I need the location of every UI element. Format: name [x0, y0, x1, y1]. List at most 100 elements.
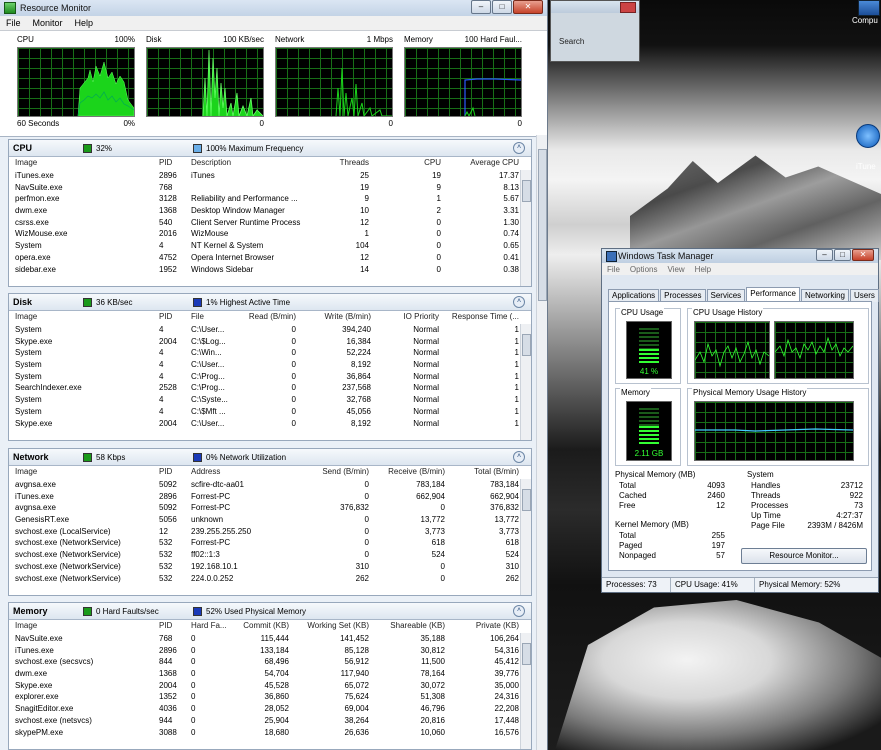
scrollbar[interactable] — [520, 324, 531, 440]
column-header[interactable]: Shareable (KB) — [390, 621, 445, 630]
column-header[interactable]: Working Set (KB) — [307, 621, 369, 630]
section-header[interactable]: Network 58 Kbps 0% Network Utilization ˄ — [9, 449, 531, 466]
column-header[interactable]: Read (B/min) — [249, 312, 296, 321]
table-row[interactable]: NavSuite.exe 768 19 9 8.13 — [9, 183, 521, 195]
resource-monitor-button[interactable]: Resource Monitor... — [741, 548, 867, 564]
collapse-icon[interactable]: ˄ — [513, 605, 525, 617]
minimize-button[interactable]: – — [471, 0, 491, 14]
column-header[interactable]: Average CPU — [470, 158, 519, 167]
table-row[interactable]: svchost.exe (LocalService) 12 239.255.255.… — [9, 527, 521, 539]
menu-bar: File Options View Help — [602, 263, 878, 275]
minimize-button[interactable]: – — [816, 249, 833, 261]
table-row[interactable]: System 4 C:\Syste... 0 32,768 Normal 1 — [9, 395, 521, 407]
table-row[interactable]: svchost.exe (netsvcs) 944 0 25,904 38,264 20,… — [9, 716, 521, 728]
table-cell: 532 — [159, 573, 173, 583]
collapse-icon[interactable]: ˄ — [513, 451, 525, 463]
section-header[interactable]: Memory 0 Hard Faults/sec 52% Used Physic… — [9, 603, 531, 620]
table-row[interactable]: svchost.exe (NetworkService) 532 224.0.0.2… — [9, 574, 521, 586]
table-row[interactable]: svchost.exe (NetworkService) 532 Forrest-P… — [9, 538, 521, 550]
table-row[interactable]: skypePM.exe 3088 0 18,680 26,636 10,060 16,576 — [9, 728, 521, 740]
column-header[interactable]: Receive (B/min) — [388, 467, 445, 476]
table-row[interactable]: SearchIndexer.exe 2528 C:\Prog... 0 237,568 N… — [9, 383, 521, 395]
table-row[interactable]: csrss.exe 540 Client Server Runtime Proces… — [9, 218, 521, 230]
tab-performance[interactable]: Performance — [746, 287, 800, 302]
table-row[interactable]: System 4 C:\User... 0 394,240 Normal 1 — [9, 325, 521, 337]
scrollbar[interactable] — [520, 633, 531, 749]
table-row[interactable]: svchost.exe (secsvcs) 844 0 68,496 56,912 11,… — [9, 657, 521, 669]
column-header[interactable]: Write (B/min) — [324, 312, 371, 321]
table-row[interactable]: Skype.exe 2004 C:\User... 0 8,192 Normal 1 — [9, 419, 521, 431]
table-row[interactable]: iTunes.exe 2896 0 133,184 85,128 30,812 54,316 — [9, 646, 521, 658]
close-button[interactable]: ✕ — [852, 249, 874, 261]
table-row[interactable]: dwm.exe 1368 0 54,704 117,940 78,164 39,776 — [9, 669, 521, 681]
title-bar[interactable]: Resource Monitor – □ ✕ — [0, 0, 547, 16]
table-row[interactable]: explorer.exe 1352 0 36,860 75,624 51,308 24,31… — [9, 692, 521, 704]
graph-foot-right: 0 — [259, 119, 264, 128]
column-header[interactable]: CPU — [424, 158, 441, 167]
table-row[interactable]: svchost.exe (NetworkService) 532 ff02::1:3… — [9, 550, 521, 562]
column-header[interactable]: PID — [159, 312, 172, 321]
table-row[interactable]: perfmon.exe 3128 Reliability and Performan… — [9, 194, 521, 206]
menu-monitor[interactable]: Monitor — [27, 18, 69, 28]
column-header[interactable]: Total (B/min) — [474, 467, 519, 476]
column-header[interactable]: Image — [15, 158, 37, 167]
table-row[interactable]: SnagitEditor.exe 4036 0 28,052 69,004 46,796 2… — [9, 704, 521, 716]
table-cell: iTunes.exe — [15, 645, 54, 655]
menu-file[interactable]: File — [0, 18, 27, 28]
column-header[interactable]: Description — [191, 158, 231, 167]
menu-options[interactable]: Options — [625, 265, 663, 274]
table-row[interactable]: avgnsa.exe 5092 Forrest-PC 376,832 0 376,832 — [9, 503, 521, 515]
column-header[interactable]: Private (KB) — [476, 621, 519, 630]
desktop-icon-computer[interactable]: Compu — [852, 0, 881, 25]
menu-help[interactable]: Help — [69, 18, 100, 28]
column-header[interactable]: Commit (KB) — [243, 621, 289, 630]
table-row[interactable]: Skype.exe 2004 C:\$Log... 0 16,384 Normal 1 — [9, 337, 521, 349]
table-row[interactable]: opera.exe 4752 Opera Internet Browser 12 0 0.… — [9, 253, 521, 265]
column-header[interactable]: Send (B/min) — [322, 467, 369, 476]
column-header[interactable]: Address — [191, 467, 220, 476]
scrollbar[interactable] — [520, 170, 531, 286]
column-header[interactable]: PID — [159, 621, 172, 630]
column-header[interactable]: Threads — [340, 158, 369, 167]
column-header[interactable]: PID — [159, 158, 172, 167]
column-header[interactable]: Hard Fa... — [191, 621, 227, 630]
table-row[interactable]: NavSuite.exe 768 0 115,444 141,452 35,188 106,… — [9, 634, 521, 646]
column-header[interactable]: Image — [15, 621, 37, 630]
column-header[interactable]: PID — [159, 467, 172, 476]
table-row[interactable]: Skype.exe 2004 0 45,528 65,072 30,072 35,000 — [9, 681, 521, 693]
scrollbar[interactable] — [520, 479, 531, 595]
column-header[interactable]: IO Priority — [403, 312, 439, 321]
table-row[interactable]: sidebar.exe 1952 Windows Sidebar 14 0 0.38 — [9, 265, 521, 277]
menu-help[interactable]: Help — [690, 265, 716, 274]
desktop-icon-itunes[interactable]: iTune — [856, 124, 881, 171]
table-row[interactable]: avgnsa.exe 5092 scfire-dtc-aa01 0 783,184 783… — [9, 480, 521, 492]
collapse-icon[interactable]: ˄ — [513, 296, 525, 308]
title-bar[interactable]: Windows Task Manager – □ ✕ — [602, 249, 878, 263]
table-row[interactable]: dwm.exe 1368 Desktop Window Manager 10 2 3.31 — [9, 206, 521, 218]
column-header[interactable]: Image — [15, 312, 37, 321]
maximize-button[interactable]: □ — [492, 0, 512, 14]
table-row[interactable]: System 4 C:\User... 0 8,192 Normal 1 — [9, 360, 521, 372]
background-window[interactable]: Search — [550, 0, 640, 62]
close-icon[interactable] — [620, 2, 636, 13]
section-header[interactable]: CPU 32% 100% Maximum Frequency ˄ — [9, 140, 531, 157]
menu-view[interactable]: View — [662, 265, 689, 274]
column-header[interactable]: Image — [15, 467, 37, 476]
table-row[interactable]: iTunes.exe 2896 iTunes 25 19 17.37 — [9, 171, 521, 183]
table-row[interactable]: System 4 C:\Prog... 0 36,864 Normal 1 — [9, 372, 521, 384]
table-row[interactable]: svchost.exe (NetworkService) 532 192.168.1… — [9, 562, 521, 574]
table-row[interactable]: System 4 C:\$Mft ... 0 45,056 Normal 1 — [9, 407, 521, 419]
table-row[interactable]: WizMouse.exe 2016 WizMouse 1 0 0.74 — [9, 229, 521, 241]
menu-file[interactable]: File — [602, 265, 625, 274]
table-row[interactable]: iTunes.exe 2896 Forrest-PC 0 662,904 662,904 — [9, 492, 521, 504]
table-row[interactable]: System 4 NT Kernel & System 104 0 0.65 — [9, 241, 521, 253]
main-scrollbar[interactable] — [536, 135, 547, 750]
column-header[interactable]: File — [191, 312, 204, 321]
table-row[interactable]: System 4 C:\Win... 0 52,224 Normal 1 — [9, 348, 521, 360]
maximize-button[interactable]: □ — [834, 249, 851, 261]
section-header[interactable]: Disk 36 KB/sec 1% Highest Active Time ˄ — [9, 294, 531, 311]
column-header[interactable]: Response Time (... — [452, 312, 519, 321]
close-button[interactable]: ✕ — [513, 0, 543, 14]
table-row[interactable]: GenesisRT.exe 5056 unknown 0 13,772 13,772 — [9, 515, 521, 527]
collapse-icon[interactable]: ˄ — [513, 142, 525, 154]
